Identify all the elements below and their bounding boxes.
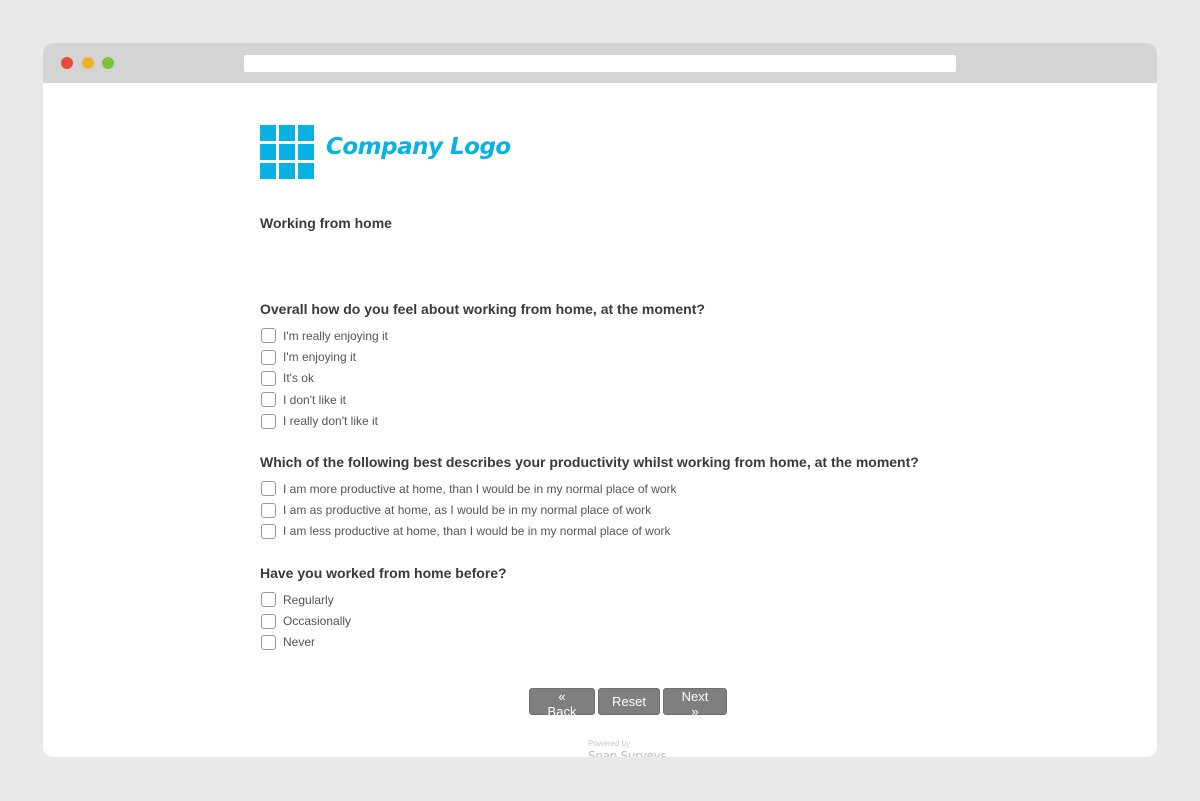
checkbox[interactable] [261,392,276,408]
section-title: Working from home [260,215,392,231]
option-label: Occasionally [283,614,352,629]
option-label: I'm enjoying it [283,350,356,365]
powered-by-text: Powered by [588,739,631,748]
checkbox[interactable] [261,613,276,629]
option-label: I don't like it [283,392,346,407]
option-label: Never [283,635,316,650]
company-logo: Company Logo [260,125,520,181]
option-enjoying[interactable]: I'm enjoying it [260,346,705,367]
option-never[interactable]: Never [260,632,507,653]
back-button[interactable]: « Back [529,688,595,719]
question-feeling: Overall how do you feel about working fr… [260,301,705,432]
question-text: Which of the following best describes yo… [260,454,919,470]
checkbox[interactable] [261,523,276,539]
close-window-icon[interactable] [61,57,73,69]
browser-titlebar [43,43,1157,83]
question-text: Have you worked from home before? [260,565,507,581]
question-productivity: Which of the following best describes yo… [260,454,919,542]
powered-by-footer: Powered by Snap Surveys [588,739,667,757]
question-text: Overall how do you feel about working fr… [260,301,705,317]
logo-text: Company Logo [326,134,511,160]
maximize-window-icon[interactable] [102,57,114,69]
option-as-productive[interactable]: I am as productive at home, as I would b… [260,499,919,520]
option-label: I am less productive at home, than I wou… [283,524,671,539]
reset-button[interactable]: Reset [598,688,660,715]
browser-window: Company Logo Working from home Overall h… [43,43,1157,757]
option-less-productive[interactable]: I am less productive at home, than I wou… [260,521,919,542]
checkbox[interactable] [261,592,276,608]
option-label: I'm really enjoying it [283,328,388,343]
next-button[interactable]: Next » [663,688,727,719]
snap-surveys-brand: Snap Surveys [588,749,667,757]
option-really-enjoying[interactable]: I'm really enjoying it [260,325,705,346]
checkbox[interactable] [261,349,276,365]
checkbox[interactable] [261,502,276,518]
minimize-window-icon[interactable] [82,57,94,69]
address-bar[interactable] [244,55,956,72]
option-label: I really don't like it [283,414,378,429]
option-label: Regularly [283,592,334,607]
option-label: It's ok [283,371,314,386]
option-more-productive[interactable]: I am more productive at home, than I wou… [260,478,919,499]
option-occasionally[interactable]: Occasionally [260,610,507,631]
checkbox[interactable] [261,413,276,429]
checkbox[interactable] [261,370,276,386]
option-label: I am as productive at home, as I would b… [283,503,652,518]
option-ok[interactable]: It's ok [260,368,705,389]
navigation-buttons: « Back Reset Next » [529,688,727,719]
question-worked-before: Have you worked from home before? Regula… [260,565,507,653]
option-dont-like[interactable]: I don't like it [260,389,705,410]
checkbox[interactable] [261,481,276,497]
option-really-dont-like[interactable]: I really don't like it [260,411,705,432]
checkbox[interactable] [261,328,276,344]
logo-grid-icon [260,125,314,179]
checkbox[interactable] [261,634,276,650]
option-label: I am more productive at home, than I wou… [283,481,677,496]
option-regularly[interactable]: Regularly [260,589,507,610]
